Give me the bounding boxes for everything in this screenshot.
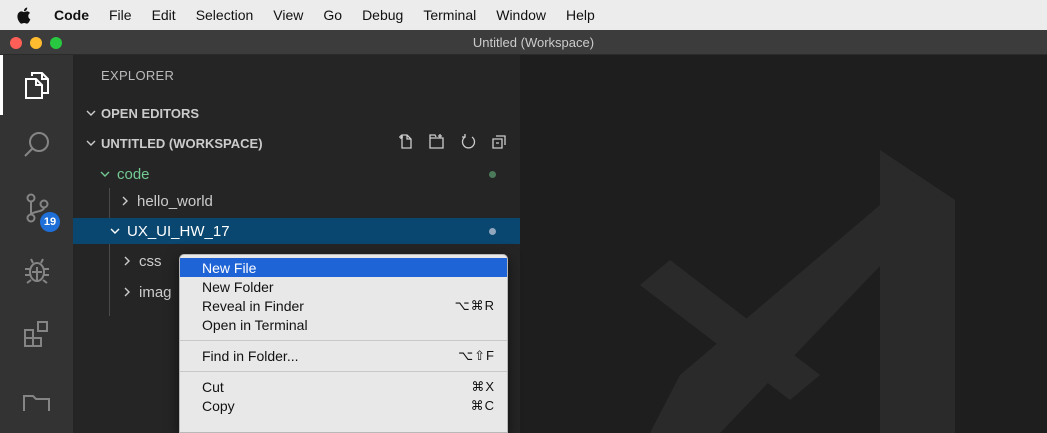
menu-item-shortcut: ⌘C (470, 397, 495, 413)
menu-item-label: Reveal in Finder (202, 297, 304, 314)
search-icon[interactable] (0, 115, 73, 175)
modified-dot (489, 171, 496, 178)
explorer-title: EXPLORER (101, 68, 175, 83)
menu-item-label: Find in Folder... (202, 347, 299, 364)
chevron-right-icon (119, 255, 135, 267)
tree-folder-code[interactable]: code (73, 161, 520, 187)
activity-bar: 19 (0, 55, 73, 433)
menu-item-reveal-in-finder[interactable]: Reveal in Finder ⌥⌘R (180, 296, 507, 315)
window-title: Untitled (Workspace) (472, 35, 595, 50)
vscode-logo-watermark (640, 150, 955, 433)
collapse-all-icon[interactable] (491, 133, 508, 153)
extensions-icon[interactable] (0, 304, 73, 364)
explorer-icon[interactable] (0, 55, 73, 115)
tree-label: hello_world (137, 192, 213, 210)
menu-app-code[interactable]: Code (46, 0, 99, 30)
menu-item-label: Open in Terminal (202, 316, 308, 333)
source-control-icon[interactable]: 19 (0, 178, 73, 238)
new-file-icon[interactable] (397, 133, 414, 153)
chevron-right-icon (119, 286, 135, 298)
menu-item-label: New Folder (202, 278, 274, 295)
chevron-right-icon (117, 195, 133, 207)
workspace-actions (397, 131, 508, 155)
macos-menubar: Code File Edit Selection View Go Debug T… (0, 0, 1047, 30)
chevron-down-icon (97, 168, 113, 180)
menu-separator (180, 340, 507, 341)
menu-help[interactable]: Help (556, 0, 605, 30)
menu-item-new-file[interactable]: New File (180, 258, 507, 277)
menu-file[interactable]: File (99, 0, 142, 30)
menu-item-label: New File (202, 259, 257, 276)
menu-edit[interactable]: Edit (142, 0, 186, 30)
menu-item-shortcut: ⌥⇧F (458, 347, 495, 363)
menu-item-shortcut: ⌥⌘R (454, 297, 495, 313)
debug-icon[interactable] (0, 240, 73, 300)
open-editors-header[interactable]: OPEN EDITORS (73, 101, 520, 125)
tree-folder-ux-ui-hw-17[interactable]: UX_UI_HW_17 (73, 218, 520, 244)
new-folder-icon[interactable] (428, 133, 446, 153)
menu-debug[interactable]: Debug (352, 0, 413, 30)
source-control-badge: 19 (40, 212, 60, 232)
context-menu: New File New Folder Reveal in Finder ⌥⌘R… (179, 254, 508, 433)
modified-dot (489, 228, 496, 235)
open-editors-label: OPEN EDITORS (101, 105, 200, 121)
editor-area (520, 55, 1047, 433)
chevron-down-icon (107, 225, 123, 237)
tree-label: code (117, 165, 150, 183)
chevron-down-icon (73, 137, 101, 149)
tree-label: UX_UI_HW_17 (127, 222, 230, 240)
refresh-icon[interactable] (460, 133, 477, 153)
apple-icon[interactable] (0, 7, 46, 24)
menu-item-copy[interactable]: Copy ⌘C (180, 396, 507, 415)
menu-window[interactable]: Window (486, 0, 556, 30)
folder-icon[interactable] (0, 373, 73, 433)
menu-item-new-folder[interactable]: New Folder (180, 277, 507, 296)
menu-item-shortcut: ⌘X (471, 378, 495, 394)
menu-item-open-in-terminal[interactable]: Open in Terminal (180, 315, 507, 334)
menu-terminal[interactable]: Terminal (413, 0, 486, 30)
menu-item-cut[interactable]: Cut ⌘X (180, 377, 507, 396)
menu-go[interactable]: Go (313, 0, 352, 30)
chevron-down-icon (73, 107, 101, 119)
tree-label: imag (139, 283, 172, 301)
menu-selection[interactable]: Selection (186, 0, 264, 30)
menu-separator (180, 371, 507, 372)
workspace-label: UNTITLED (WORKSPACE) (101, 135, 263, 151)
window-titlebar: Untitled (Workspace) (0, 30, 1047, 55)
tree-label: css (139, 252, 162, 270)
menu-item-find-in-folder[interactable]: Find in Folder... ⌥⇧F (180, 346, 507, 365)
workspace-header[interactable]: UNTITLED (WORKSPACE) (73, 131, 520, 155)
menu-item-label: Cut (202, 378, 224, 395)
menu-item-label: Copy (202, 397, 235, 414)
tree-folder-hello-world[interactable]: hello_world (73, 188, 520, 214)
menu-view[interactable]: View (263, 0, 313, 30)
